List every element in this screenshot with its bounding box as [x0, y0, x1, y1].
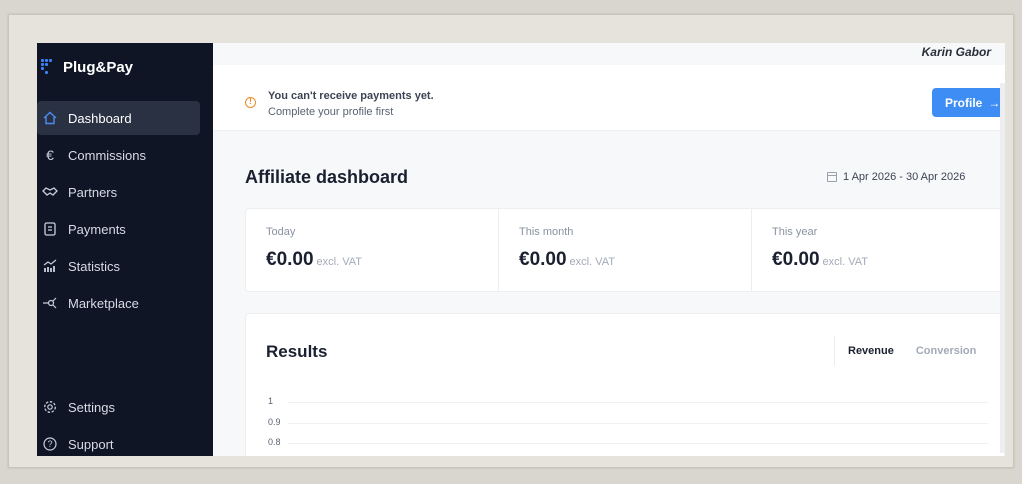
sidebar-item-label: Support	[68, 436, 114, 452]
handshake-icon	[41, 183, 59, 201]
stat-this-month: This month €0.00 excl. VAT	[499, 209, 752, 291]
euro-icon: €	[46, 147, 54, 163]
stat-value: €0.00 excl. VAT	[519, 249, 615, 270]
sidebar-item-support[interactable]: ? Support	[37, 427, 200, 456]
home-icon	[41, 109, 59, 127]
sidebar-item-label: Marketplace	[68, 295, 139, 311]
stat-today: Today €0.00 excl. VAT	[246, 209, 499, 291]
profile-alert: ! You can't receive payments yet. Comple…	[213, 65, 1005, 131]
stat-label: Today	[266, 226, 296, 238]
profile-button-label: Profile	[945, 95, 983, 110]
stat-value: €0.00 excl. VAT	[772, 249, 868, 270]
results-tabs: Revenue Conversion	[834, 336, 976, 366]
help-icon: ?	[41, 435, 59, 453]
stats-panel: Today €0.00 excl. VAT This month €0.00 exc…	[245, 208, 1005, 292]
user-name: Karin Gabor	[921, 45, 991, 59]
results-title: Results	[266, 342, 328, 361]
stat-note: excl. VAT	[316, 256, 362, 268]
svg-text:?: ?	[47, 439, 52, 449]
warning-icon: !	[245, 97, 256, 108]
stat-label: This year	[772, 226, 818, 238]
tab-revenue[interactable]: Revenue	[848, 345, 894, 357]
calendar-icon	[827, 172, 837, 182]
main-content: Karin Gabor ! You can't receive payments…	[213, 43, 1005, 456]
date-range-picker[interactable]: 1 Apr 2026 - 30 Apr 2026	[827, 171, 965, 183]
sidebar-item-payments[interactable]: Payments	[37, 212, 200, 246]
gridline	[288, 402, 988, 403]
bar-chart-icon	[41, 257, 59, 275]
brand-name: Plug&Pay	[63, 58, 134, 76]
sidebar-item-statistics[interactable]: Statistics	[37, 249, 200, 283]
sidebar-item-commissions[interactable]: € Commissions	[37, 138, 200, 172]
profile-button[interactable]: Profile →	[932, 88, 1005, 117]
page-title: Affiliate dashboard	[245, 167, 409, 187]
sidebar: Plug&Pay Dashboard € Commissions Partner…	[37, 43, 213, 456]
stat-value: €0.00 excl. VAT	[266, 249, 362, 270]
sidebar-item-dashboard[interactable]: Dashboard	[37, 101, 200, 135]
results-panel: Results Revenue Conversion 1 0.9 0.8	[245, 313, 1005, 456]
sidebar-item-label: Dashboard	[68, 110, 132, 126]
sidebar-bottom-nav: Settings ? Support	[37, 390, 213, 456]
date-range-label: 1 Apr 2026 - 30 Apr 2026	[843, 171, 966, 183]
alert-title: You can't receive payments yet.	[268, 90, 434, 102]
stat-note: excl. VAT	[822, 256, 868, 268]
gridline	[288, 423, 988, 424]
stat-this-year: This year €0.00 excl. VAT	[752, 209, 1004, 291]
stat-note: excl. VAT	[569, 256, 615, 268]
sidebar-item-label: Commissions	[68, 147, 147, 163]
y-tick-label: 0.9	[268, 417, 281, 427]
sidebar-item-label: Statistics	[68, 258, 121, 274]
arrow-right-icon: →	[988, 95, 1001, 110]
brand-logo-icon	[41, 57, 57, 77]
app-window: Plug&Pay Dashboard € Commissions Partner…	[37, 43, 1005, 456]
user-menu[interactable]: Karin Gabor	[922, 45, 991, 59]
network-icon	[41, 294, 59, 312]
gridline	[288, 443, 988, 444]
scrollbar[interactable]	[1000, 83, 1005, 453]
sidebar-item-label: Partners	[68, 184, 118, 200]
stat-label: This month	[519, 226, 574, 238]
sidebar-item-label: Payments	[68, 221, 126, 237]
y-tick-label: 1	[268, 396, 274, 406]
receipt-icon	[41, 220, 59, 238]
sidebar-item-marketplace[interactable]: Marketplace	[37, 286, 200, 320]
sidebar-item-partners[interactable]: Partners	[37, 175, 200, 209]
gear-icon	[41, 398, 59, 416]
sidebar-item-label: Settings	[68, 399, 115, 415]
alert-subtitle: Complete your profile first	[268, 106, 394, 118]
sidebar-nav: Dashboard € Commissions Partners Payment…	[37, 101, 213, 323]
brand[interactable]: Plug&Pay	[41, 57, 133, 77]
tab-conversion[interactable]: Conversion	[916, 345, 977, 357]
sidebar-item-settings[interactable]: Settings	[37, 390, 200, 424]
y-tick-label: 0.8	[268, 437, 281, 447]
